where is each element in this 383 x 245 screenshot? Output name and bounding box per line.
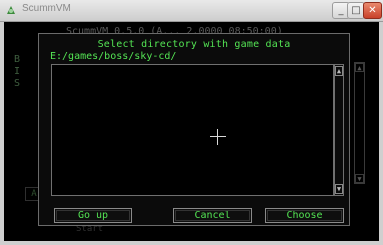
scroll-down-icon[interactable]: ▼: [335, 184, 343, 194]
directory-list[interactable]: [51, 64, 334, 196]
background-scrollbar: ▲ ▼: [354, 62, 365, 184]
game-screen: ScummVM 0.5.0 (A... 2.0000 08:50:00) B I…: [4, 22, 379, 241]
directory-scrollbar[interactable]: ▲ ▼: [334, 64, 344, 196]
crosshair-cursor-icon: [210, 129, 226, 145]
dialog-title: Select directory with game data: [97, 39, 291, 50]
go-up-button[interactable]: Go up: [54, 208, 132, 223]
background-scroll-down-icon: ▼: [355, 174, 364, 183]
background-list-item: I: [14, 66, 21, 77]
choose-button[interactable]: Choose: [265, 208, 344, 223]
background-scroll-up-icon: ▲: [355, 63, 364, 72]
close-icon: ✕: [368, 5, 377, 16]
cancel-button[interactable]: Cancel: [173, 208, 252, 223]
close-button[interactable]: ✕: [363, 2, 382, 19]
maximize-icon: □: [351, 5, 361, 16]
directory-dialog: Select directory with game data E:/games…: [38, 33, 350, 226]
current-path: E:/games/boss/sky-cd/: [50, 51, 177, 62]
app-icon: [7, 6, 15, 14]
app-window: ScummVM _ □ ✕ ScummVM 0.5.0 (A... 2.0000…: [0, 0, 383, 245]
title-bar[interactable]: ScummVM _ □ ✕: [0, 0, 383, 22]
background-list-item: S: [14, 78, 21, 89]
background-list-item: B: [14, 54, 21, 65]
scroll-up-icon[interactable]: ▲: [335, 66, 343, 76]
window-title: ScummVM: [22, 3, 71, 14]
background-list: B I S: [14, 54, 20, 90]
